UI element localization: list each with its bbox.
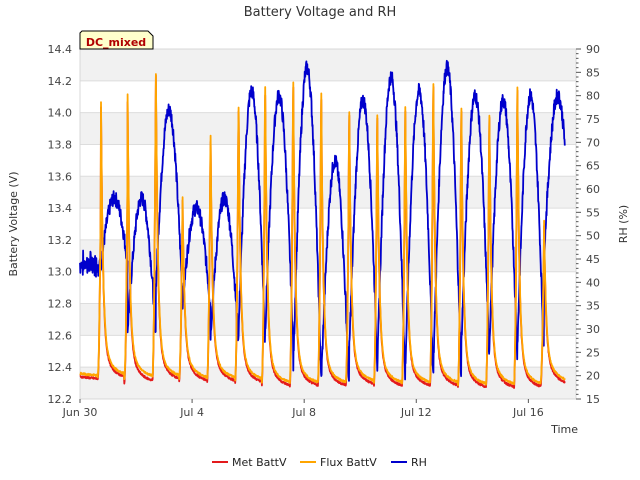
left-tick-label: 12.8 xyxy=(48,298,73,311)
right-tick-label: 30 xyxy=(586,323,600,336)
left-tick-label: 14.4 xyxy=(48,43,73,56)
legend-label-rh: RH xyxy=(411,456,427,469)
chart-title: Battery Voltage and RH xyxy=(244,5,397,20)
left-tick-label: 13.2 xyxy=(48,234,73,247)
left-tick-label: 14.0 xyxy=(48,107,73,120)
legend-label-met-battv: Met BattV xyxy=(232,456,287,469)
right-axis-ticks: 15 20 25 30 35 40 45 50 55 60 65 70 75 80 85 90 xyxy=(576,43,600,406)
left-axis-label: Battery Voltage (V) xyxy=(7,171,20,276)
left-tick-label: 12.4 xyxy=(48,361,73,374)
right-tick-label: 15 xyxy=(586,393,600,406)
right-tick-label: 60 xyxy=(586,183,600,196)
left-axis-ticks: 12.2 12.4 12.6 12.8 13.0 13.2 13.4 13.6 13.8 14.0… xyxy=(48,43,73,406)
chart: 12.2 12.4 12.6 12.8 13.0 13.2 13.4 13.6 13.8 14.0… xyxy=(7,5,630,469)
right-tick-label: 55 xyxy=(586,206,600,219)
grid-band xyxy=(80,112,576,145)
legend-item-met-battv: Met BattV xyxy=(212,456,287,469)
x-tick-label: Jul 4 xyxy=(179,406,204,419)
legend-item-flux-battv: Flux BattV xyxy=(300,456,377,469)
right-tick-label: 20 xyxy=(586,370,600,383)
x-tick-label: Jun 30 xyxy=(62,406,98,419)
grid-band xyxy=(80,49,576,81)
right-tick-label: 70 xyxy=(586,136,600,149)
left-tick-label: 12.2 xyxy=(48,393,73,406)
right-tick-label: 50 xyxy=(586,230,600,243)
right-tick-label: 85 xyxy=(586,66,600,79)
right-axis-label: RH (%) xyxy=(617,205,630,243)
right-tick-label: 75 xyxy=(586,113,600,126)
right-tick-label: 65 xyxy=(586,160,600,173)
left-tick-label: 13.4 xyxy=(48,202,73,215)
right-tick-label: 80 xyxy=(586,90,600,103)
right-tick-label: 35 xyxy=(586,300,600,313)
badge-label: DC_mixed xyxy=(86,36,146,49)
legend-label-flux-battv: Flux BattV xyxy=(320,456,377,469)
legend-item-rh: RH xyxy=(391,456,427,469)
x-tick-label: Jul 8 xyxy=(291,406,316,419)
dc-mixed-badge: DC_mixed xyxy=(79,30,154,50)
right-tick-label: 25 xyxy=(586,346,600,359)
right-tick-label: 45 xyxy=(586,253,600,266)
grid-band xyxy=(80,367,576,399)
right-tick-label: 40 xyxy=(586,276,600,289)
left-tick-label: 12.6 xyxy=(48,329,73,342)
left-tick-label: 13.6 xyxy=(48,170,73,183)
x-axis-label: Time xyxy=(550,423,578,436)
x-tick-label: Jul 16 xyxy=(512,406,544,419)
x-tick-label: Jul 12 xyxy=(400,406,432,419)
x-axis-ticks: Jun 30 Jul 4 Jul 8 Jul 12 Jul 16 xyxy=(62,399,544,419)
left-tick-label: 13.8 xyxy=(48,138,73,151)
right-tick-label: 90 xyxy=(586,43,600,56)
left-tick-label: 14.2 xyxy=(48,75,73,88)
left-tick-label: 13.0 xyxy=(48,266,73,279)
legend: Met BattV Flux BattV RH xyxy=(212,456,427,469)
